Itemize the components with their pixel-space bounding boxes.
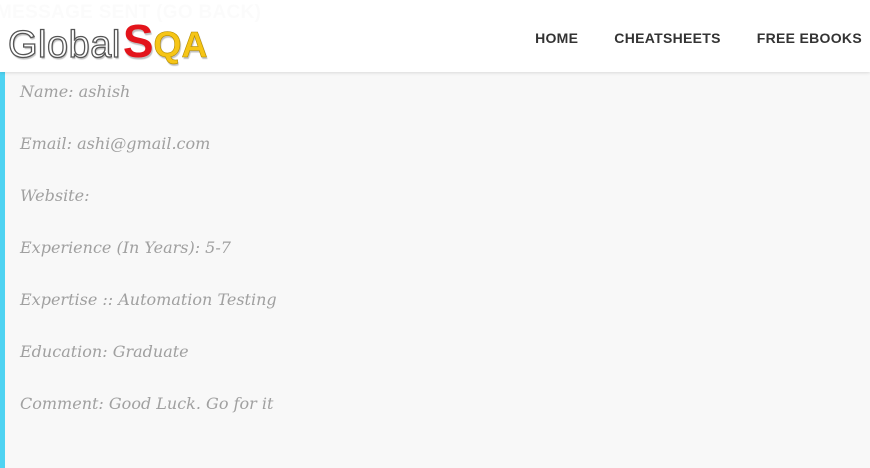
globalsqa-logo[interactable]: Global S QA — [7, 14, 207, 67]
submission-summary-panel: Name: ashish Email: ashi@gmail.com Websi… — [0, 72, 870, 468]
logo-text-global: Global — [7, 23, 121, 66]
field-education: Education: Graduate — [20, 342, 189, 361]
field-expertise: Expertise :: Automation Testing — [20, 290, 277, 309]
nav-home[interactable]: HOME — [535, 30, 578, 46]
nav-free-ebooks[interactable]: FREE EBOOKS — [757, 30, 862, 46]
site-header: Global S QA HOME CHEATSHEETS FREE EBOOKS — [0, 0, 870, 72]
page: MESSAGE SENT (GO BACK) Global S QA HOME … — [0, 0, 870, 468]
field-name: Name: ashish — [20, 82, 131, 101]
field-email: Email: ashi@gmail.com — [20, 134, 211, 153]
field-experience: Experience (In Years): 5-7 — [20, 238, 231, 257]
logo-text-s: S — [122, 15, 154, 67]
field-website: Website: — [20, 186, 90, 205]
logo-text-qa: QA — [153, 24, 208, 66]
nav-cheatsheets[interactable]: CHEATSHEETS — [614, 30, 721, 46]
field-comment: Comment: Good Luck. Go for it — [20, 394, 274, 413]
main-nav: HOME CHEATSHEETS FREE EBOOKS — [535, 30, 862, 46]
